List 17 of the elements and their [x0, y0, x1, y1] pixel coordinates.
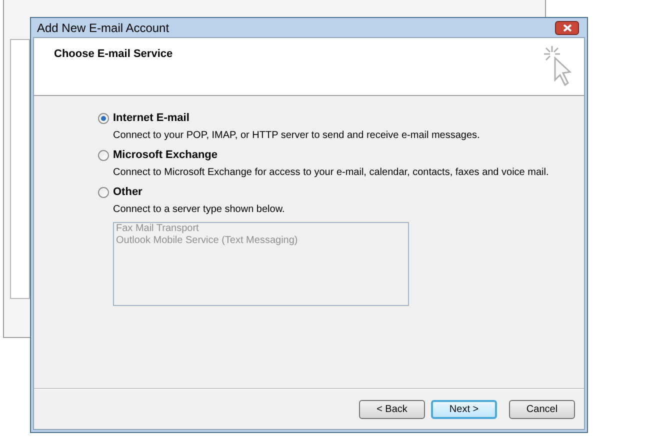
close-icon: [562, 24, 572, 32]
option-description: Connect to your POP, IMAP, or HTTP server to send and receive e-mail messages.: [113, 129, 481, 142]
window-title: Add New E-mail Account: [37, 20, 170, 36]
dialog-button[interactable]: Cancel: [509, 400, 575, 419]
dialog-button[interactable]: Next >: [431, 400, 497, 419]
close-button[interactable]: [555, 20, 579, 34]
radio-button[interactable]: [98, 186, 109, 198]
cursor-sparkle-icon: [542, 44, 572, 88]
radio-button[interactable]: [98, 112, 109, 124]
option-label: Internet E-mail: [113, 110, 190, 126]
option-label: Microsoft Exchange: [113, 148, 218, 163]
option-description: Connect to a server type shown below.: [113, 203, 286, 216]
option-description: Connect to Microsoft Exchange for access to your e-mail, calendar, contacts, faxes and voice mail.: [113, 166, 550, 179]
radio-button[interactable]: [98, 150, 109, 160]
header-title: Choose E-mail Service: [54, 47, 173, 62]
dialog-button[interactable]: < Back: [359, 400, 425, 419]
option-label: Other: [113, 184, 142, 200]
